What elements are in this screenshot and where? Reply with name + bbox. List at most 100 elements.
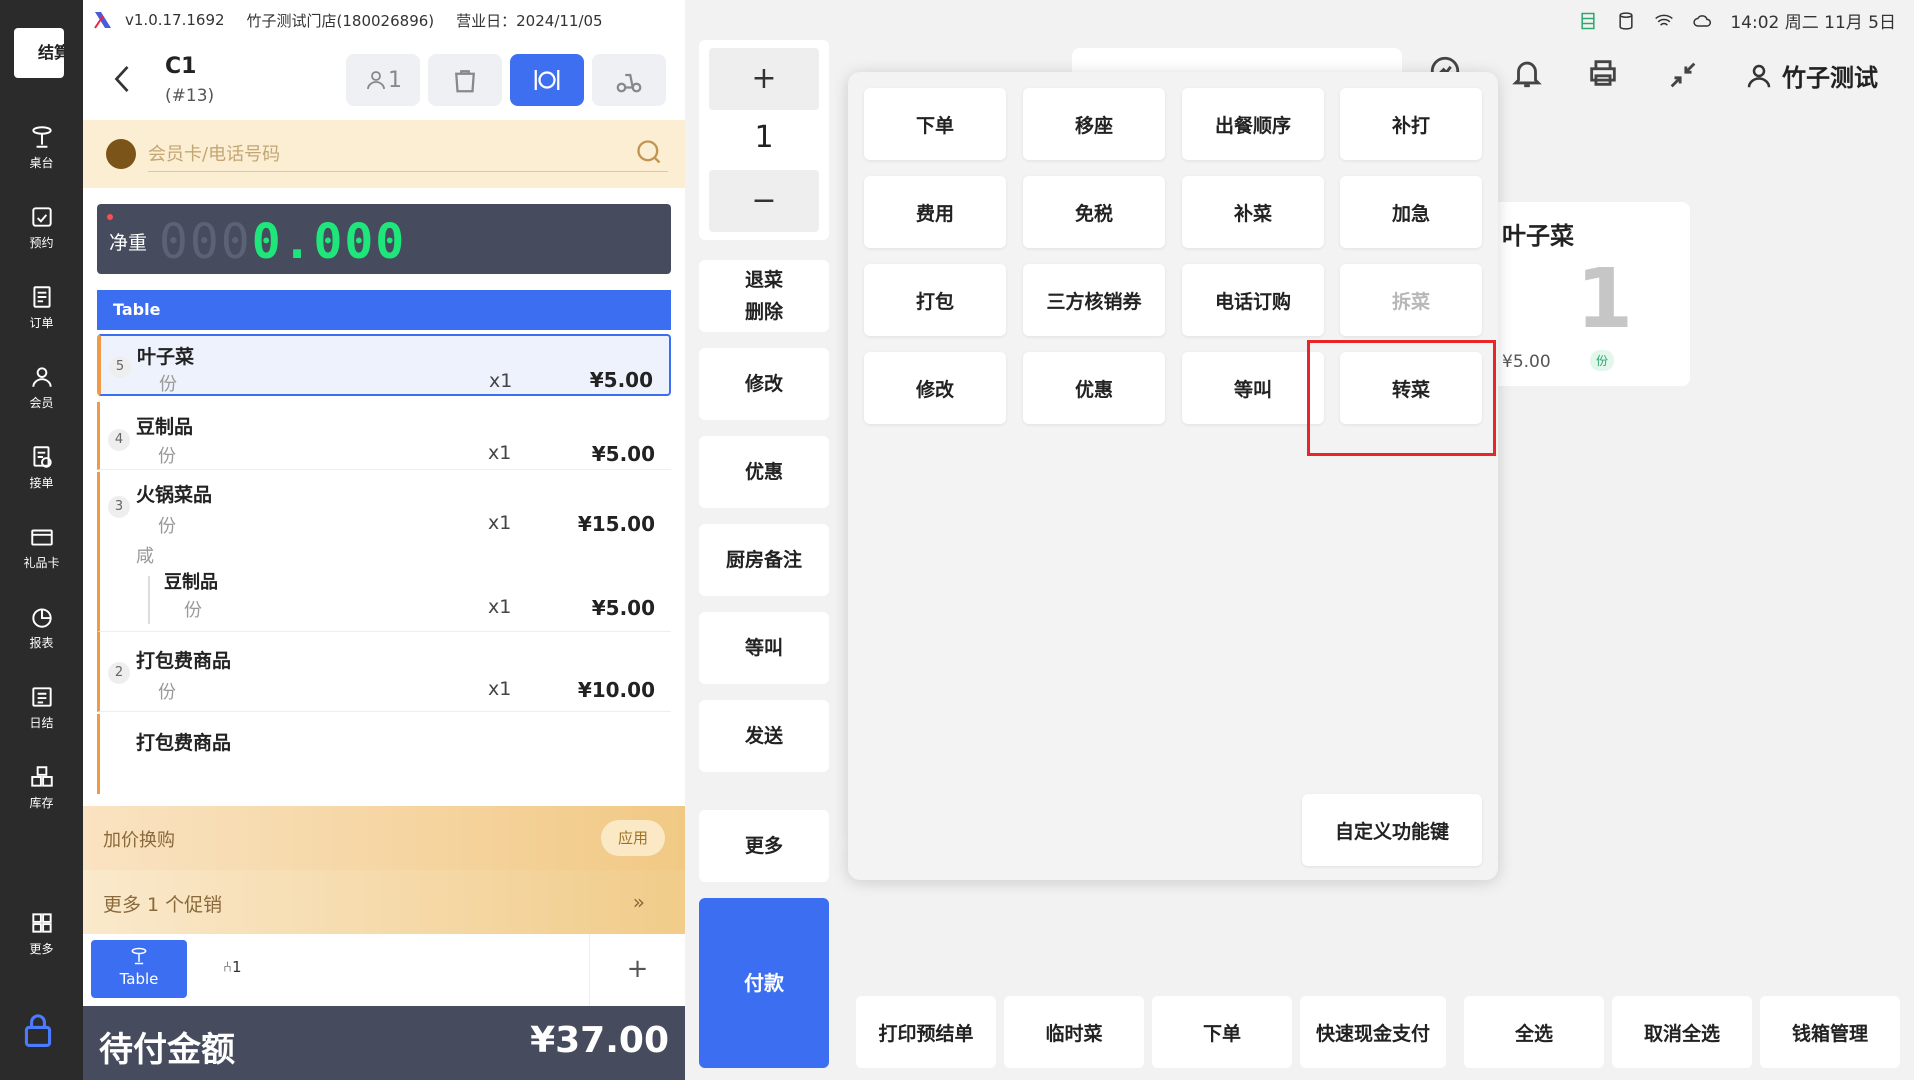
seat-count[interactable]: ⑃1	[223, 958, 242, 976]
temp-dish-button[interactable]: 临时菜	[1004, 996, 1144, 1068]
nav-label: 订单	[29, 315, 54, 330]
tab-takeaway[interactable]	[428, 54, 502, 106]
nav-receive-orders[interactable]: 接单	[0, 432, 83, 502]
member-search-bar	[83, 120, 685, 188]
nav-inventory[interactable]: 库存	[0, 752, 83, 822]
order-item[interactable]: 4 豆制品 份 x1 ¥5.00	[97, 402, 671, 470]
fn-reprint[interactable]: 补打	[1340, 88, 1482, 160]
pay-button[interactable]: 付款	[699, 898, 829, 1068]
delete-label: 删除	[744, 301, 783, 323]
order-item[interactable]: 2 打包费商品 份 x1 ¥10.00	[97, 632, 671, 712]
guest-count: 1	[388, 67, 402, 93]
fn-third-party-voucher[interactable]: 三方核销券	[1023, 264, 1165, 336]
tab-delivery[interactable]	[592, 54, 666, 106]
modify-button[interactable]: 修改	[699, 348, 829, 420]
scale-weight: 0.000	[251, 214, 407, 270]
seat-group-header: Table	[97, 290, 671, 330]
decrease-qty-button[interactable]: −	[709, 170, 819, 232]
bell-icon[interactable]	[1510, 56, 1550, 96]
apply-promo-button[interactable]: 应用	[601, 820, 665, 856]
menu-card-unit: 份	[1590, 350, 1615, 371]
sub-item-name: 豆制品	[164, 572, 218, 593]
user-menu[interactable]: 竹子测试	[1744, 58, 1878, 93]
item-unit: 份	[158, 682, 176, 703]
nav-reports[interactable]: 报表	[0, 592, 83, 662]
discount-button[interactable]: 优惠	[699, 436, 829, 508]
fn-phone-order[interactable]: 电话订购	[1182, 264, 1324, 336]
nav-label: 库存	[29, 795, 54, 810]
cash-drawer-button[interactable]: 钱箱管理	[1760, 996, 1900, 1068]
wait-call-button[interactable]: 等叫	[699, 612, 829, 684]
double-chevron-right-icon: »	[632, 890, 645, 914]
fn-serving-order[interactable]: 出餐顺序	[1182, 88, 1324, 160]
diamond-badge-icon	[106, 139, 136, 169]
app-logo: 结算	[14, 28, 64, 78]
fn-add-dish[interactable]: 补菜	[1182, 176, 1324, 248]
more-promotions-bar[interactable]: 更多 1 个促销 »	[83, 870, 685, 934]
nav-label: 预约	[29, 235, 54, 250]
nav-reservations[interactable]: 预约	[0, 192, 83, 262]
nav-daily-close[interactable]: 日结	[0, 672, 83, 742]
fn-fees[interactable]: 费用	[864, 176, 1006, 248]
fn-modify[interactable]: 修改	[864, 352, 1006, 424]
send-button[interactable]: 发送	[699, 700, 829, 772]
fn-move-seat[interactable]: 移座	[1023, 88, 1165, 160]
item-price: ¥15.00	[577, 512, 655, 536]
nav-more[interactable]: 更多	[0, 898, 83, 968]
quick-cash-pay-button[interactable]: 快速现金支付	[1300, 996, 1446, 1068]
scale-status-dot	[107, 214, 113, 220]
fn-discount[interactable]: 优惠	[1023, 352, 1165, 424]
app-topbar: v1.0.17.1692 竹子测试门店(180026896) 营业日：2024/…	[83, 0, 685, 40]
deselect-all-button[interactable]: 取消全选	[1612, 996, 1752, 1068]
item-name: 火锅菜品	[136, 484, 213, 506]
select-all-button[interactable]: 全选	[1464, 996, 1604, 1068]
nav-tables[interactable]: 桌台	[0, 112, 83, 182]
custom-function-keys-button[interactable]: 自定义功能键	[1302, 794, 1482, 866]
tab-dine-in[interactable]	[510, 54, 584, 106]
order-number: (#13)	[165, 86, 215, 106]
collapse-icon[interactable]	[1666, 58, 1706, 98]
table-name: C1	[165, 54, 197, 79]
order-item[interactable]: 5 叶子菜 份 x1 ¥5.00	[97, 334, 671, 396]
total-amount: ¥37.00	[530, 1020, 669, 1061]
kitchen-note-button[interactable]: 厨房备注	[699, 524, 829, 596]
place-order-button[interactable]: 下单	[1152, 996, 1292, 1068]
lock-button[interactable]	[22, 1012, 58, 1052]
increase-qty-button[interactable]: +	[709, 48, 819, 110]
search-icon[interactable]	[635, 138, 665, 168]
seat-tab-table[interactable]: Table	[91, 940, 187, 998]
menu-item-card[interactable]: 叶子菜 1 ¥5.00 份	[1470, 202, 1690, 386]
return-delete-button[interactable]: 退菜 删除	[699, 260, 829, 332]
fn-wait-call[interactable]: 等叫	[1182, 352, 1324, 424]
gift-card-icon	[30, 529, 53, 546]
dining-table-icon	[131, 947, 147, 965]
nav-label: 日结	[29, 715, 54, 730]
sub-item-line	[148, 576, 150, 624]
nav-members[interactable]: 会员	[0, 352, 83, 422]
seat-tab-label: Table	[119, 970, 159, 988]
fn-pack[interactable]: 打包	[864, 264, 1006, 336]
person-icon	[31, 366, 52, 387]
member-search-input[interactable]	[148, 138, 668, 172]
item-name: 打包费商品	[136, 732, 232, 754]
more-button[interactable]: 更多	[699, 810, 829, 882]
upsell-label: 加价换购	[103, 830, 175, 851]
fn-split-dish[interactable]: 拆菜	[1340, 264, 1482, 336]
quantity-stepper: + 1 −	[699, 40, 829, 240]
fn-place-order[interactable]: 下单	[864, 88, 1006, 160]
calendar-check-icon	[31, 206, 52, 227]
item-qty: x1	[488, 512, 512, 534]
order-item[interactable]: 打包费商品	[97, 714, 671, 794]
order-item[interactable]: 3 火锅菜品 份 x1 ¥15.00 咸 豆制品 份 x1 ¥5.00	[97, 472, 671, 632]
nav-orders[interactable]: 订单	[0, 272, 83, 342]
item-unit: 份	[158, 446, 176, 467]
fn-rush[interactable]: 加急	[1340, 176, 1482, 248]
guests-button[interactable]: 1	[346, 54, 420, 106]
seat-bar: Table ⑃1 +	[83, 934, 685, 1006]
print-prebill-button[interactable]: 打印预结单	[856, 996, 996, 1068]
printer-icon[interactable]	[1586, 56, 1626, 96]
fn-tax-free[interactable]: 免税	[1023, 176, 1165, 248]
back-button[interactable]	[111, 62, 135, 98]
add-seat-button[interactable]: +	[589, 934, 685, 1006]
nav-gift-card[interactable]: 礼品卡	[0, 512, 83, 582]
